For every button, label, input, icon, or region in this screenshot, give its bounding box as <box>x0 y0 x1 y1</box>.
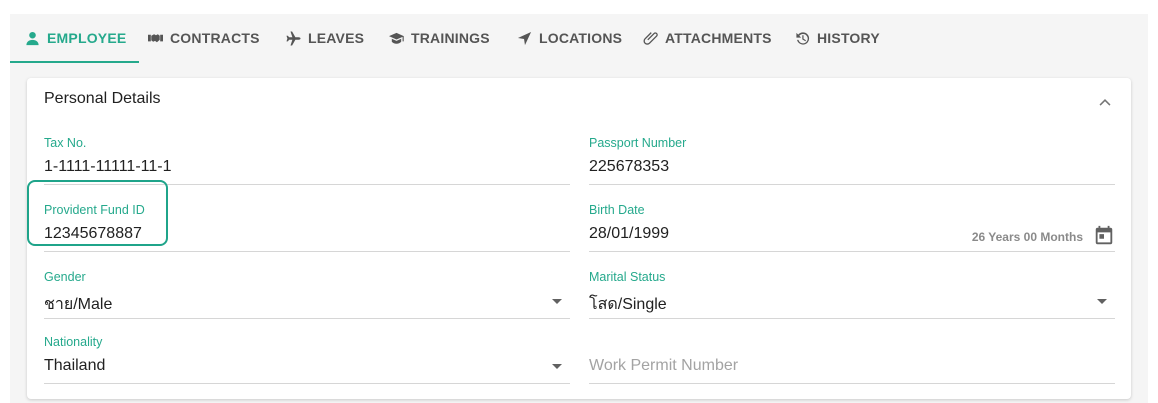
birth-date-field[interactable]: Birth Date 28/01/1999 26 Years 00 Months <box>589 203 1115 259</box>
tab-contracts[interactable]: CONTRACTS <box>147 14 260 62</box>
input-underline <box>589 383 1115 384</box>
input-underline <box>589 184 1115 185</box>
dropdown-arrow-icon[interactable] <box>552 364 562 369</box>
handshake-icon <box>147 30 163 46</box>
tab-bar: EMPLOYEE CONTRACTS LEAVES TRAININGS LOCA… <box>10 14 1148 63</box>
dropdown-arrow-icon[interactable] <box>1097 299 1107 304</box>
history-icon <box>794 30 810 46</box>
section-title: Personal Details <box>44 90 161 107</box>
passport-number-label: Passport Number <box>589 136 687 150</box>
input-underline <box>44 318 570 319</box>
gender-value[interactable]: ชาย/Male <box>44 292 112 317</box>
paperclip-icon <box>642 30 658 46</box>
passport-number-field[interactable]: Passport Number 225678353 <box>589 136 1115 192</box>
nationality-value[interactable]: Thailand <box>44 357 105 375</box>
tab-locations[interactable]: LOCATIONS <box>516 14 622 62</box>
provident-fund-id-field[interactable]: Provident Fund ID 12345678887 <box>44 203 570 259</box>
nationality-select[interactable]: Nationality Thailand <box>44 335 570 391</box>
work-permit-number-field[interactable]: Work Permit Number <box>589 335 1115 391</box>
work-permit-number-placeholder[interactable]: Work Permit Number <box>589 357 738 375</box>
tab-label: CONTRACTS <box>170 30 260 46</box>
birth-date-value[interactable]: 28/01/1999 <box>589 225 669 243</box>
tax-no-value[interactable]: 1-1111-11111-11-1 <box>44 158 172 176</box>
dropdown-arrow-icon[interactable] <box>552 299 562 304</box>
tab-label: TRAININGS <box>411 30 490 46</box>
tab-attachments[interactable]: ATTACHMENTS <box>642 14 772 62</box>
tab-trainings[interactable]: TRAININGS <box>388 14 490 62</box>
input-underline <box>44 383 570 384</box>
tab-label: HISTORY <box>817 30 880 46</box>
input-underline <box>44 184 570 185</box>
collapse-chevron-up-icon[interactable] <box>1097 94 1113 110</box>
gender-select[interactable]: Gender ชาย/Male <box>44 270 570 326</box>
input-underline <box>589 251 1115 252</box>
tax-no-field[interactable]: Tax No. 1-1111-11111-11-1 <box>44 136 570 192</box>
provident-fund-id-value[interactable]: 12345678887 <box>44 225 142 243</box>
birth-date-label: Birth Date <box>589 203 645 217</box>
gender-label: Gender <box>44 270 86 284</box>
tab-label: LOCATIONS <box>539 30 623 46</box>
nationality-label: Nationality <box>44 335 103 349</box>
personal-details-card: Personal Details Tax No. 1-1111-11111-11… <box>27 78 1131 399</box>
marital-status-label: Marital Status <box>589 270 666 284</box>
input-underline <box>44 251 570 252</box>
marital-status-select[interactable]: Marital Status โสด/Single <box>589 270 1115 326</box>
tab-label: EMPLOYEE <box>47 30 127 46</box>
tab-leaves[interactable]: LEAVES <box>285 14 364 62</box>
calendar-icon[interactable] <box>1093 225 1115 247</box>
provident-fund-id-label: Provident Fund ID <box>44 203 145 217</box>
passport-number-value[interactable]: 225678353 <box>589 158 669 176</box>
employee-panel: EMPLOYEE CONTRACTS LEAVES TRAININGS LOCA… <box>10 14 1148 403</box>
person-icon <box>24 30 40 46</box>
input-underline <box>589 318 1115 319</box>
marital-status-value[interactable]: โสด/Single <box>589 292 667 317</box>
age-hint: 26 Years 00 Months <box>971 230 1083 244</box>
graduation-cap-icon <box>388 30 404 46</box>
location-arrow-icon <box>516 30 532 46</box>
tab-label: ATTACHMENTS <box>665 30 772 46</box>
tab-label: LEAVES <box>308 30 365 46</box>
airplane-icon <box>285 30 301 46</box>
tab-employee[interactable]: EMPLOYEE <box>10 14 140 63</box>
tax-no-label: Tax No. <box>44 136 87 150</box>
tab-history[interactable]: HISTORY <box>794 14 880 62</box>
